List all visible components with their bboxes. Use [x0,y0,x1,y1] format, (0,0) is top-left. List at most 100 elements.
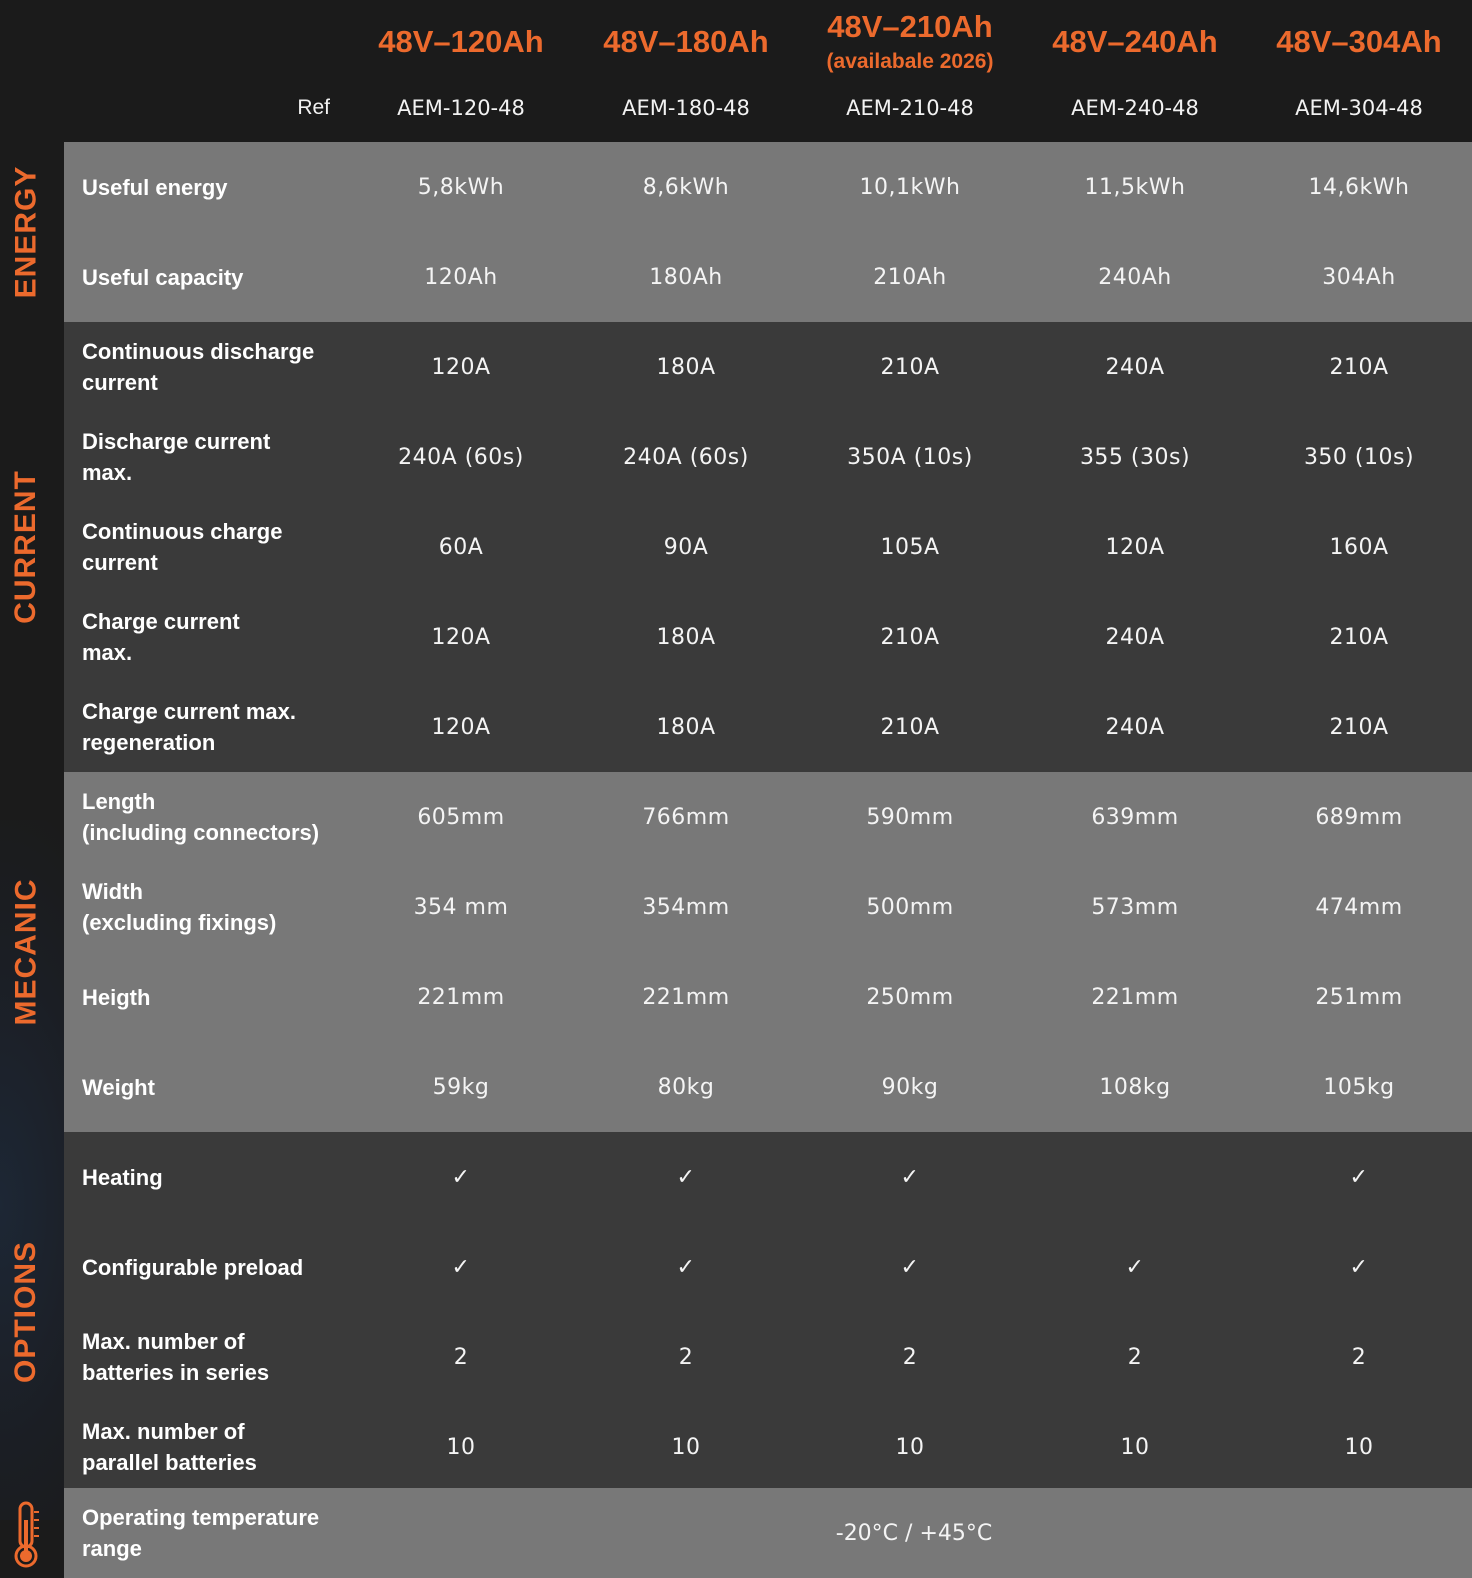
value-cell-304: 474mm [1315,894,1403,920]
row-label: Max. number of batteries in series [82,1329,270,1385]
value-cell-120: 5,8kWh [417,174,505,200]
value-cell-210: 350A (10s) [847,444,973,470]
value-cell-304: 304Ah [1322,264,1396,290]
table-row: Useful energy 5,8kWh 8,6kWh 10,1kWh 11,5kWh 1… [64,142,1472,232]
value-cell-210: 500mm [866,894,954,920]
value-cell-240: 221mm [1091,984,1179,1010]
ref-value-180: AEM-180-48 [622,96,750,120]
row-label: Configurable preload [82,1254,304,1280]
value-cell-210: 10,1kWh [859,174,961,200]
temperature-value: -20°C / +45°C [835,1520,993,1546]
model-title-240: 48V–240Ah [1052,24,1218,59]
value-cell-304: 14,6kWh [1308,174,1410,200]
row-label: Weight [82,1074,155,1100]
ref-value-210: AEM-210-48 [846,96,974,120]
value-cell-240: 120A [1105,534,1165,560]
section-mecanic: Length (including connectors) 605mm 766mm 5… [64,772,1472,1132]
value-cell-180: 80kg [657,1074,715,1100]
table-row: Max. number of batteries in series 2 2 2 2 2 [64,1312,1472,1402]
table-row: Configurable preload ✓ ✓ ✓ ✓ ✓ [64,1222,1472,1312]
value-cell-120: 354 mm [413,894,509,920]
value-cell-180: 90A [663,534,709,560]
value-cell-304: 350 (10s) [1303,444,1415,470]
category-label-mecanic: MECANIC [9,878,42,1026]
table-row: Length (including connectors) 605mm 766mm 5… [64,772,1472,862]
checkmark-icon: ✓ [900,1164,920,1190]
row-label: Max. number of parallel batteries [82,1419,257,1475]
row-label: Width (excluding fixings) [82,879,277,935]
checkmark-icon: ✓ [1349,1164,1369,1190]
value-cell-120: 120A [431,354,491,380]
category-label-current: CURRENT [9,470,43,624]
value-cell-180: 180A [656,714,716,740]
value-cell-210: 210A [880,714,940,740]
row-label: Length (including connectors) [82,789,320,845]
value-cell-120: 120A [431,624,491,650]
value-cell-240: 108kg [1099,1074,1171,1100]
checkmark-icon: ✓ [900,1254,920,1280]
value-cell-240: 573mm [1091,894,1179,920]
model-title-210: 48V–210Ah [827,9,993,44]
value-cell-180: 8,6kWh [642,174,730,200]
model-title-180: 48V–180Ah [603,24,769,59]
category-label-energy: ENERGY [9,165,43,299]
row-label: Discharge current max. [82,429,271,485]
temperature-row: Operating temperature range -20°C / +45°… [64,1488,1472,1578]
value-cell-180: 221mm [642,984,730,1010]
value-cell-180: 180Ah [649,264,723,290]
value-cell-240: 10 [1120,1434,1150,1460]
value-cell-240 [1022,1132,1248,1222]
value-cell-304: 210A [1329,714,1389,740]
row-label: Continuous charge current [82,519,283,575]
value-cell-240: 240A [1105,714,1165,740]
checkmark-icon: ✓ [1125,1254,1145,1280]
value-cell-180: 2 [678,1344,694,1370]
checkmark-icon: ✓ [1349,1254,1369,1280]
value-cell-240: 240A [1105,624,1165,650]
row-label: Heating [82,1164,163,1190]
value-cell-240: 240Ah [1098,264,1172,290]
value-cell-304: 160A [1329,534,1389,560]
value-cell-240: 355 (30s) [1079,444,1191,470]
value-cell-180: 240A (60s) [623,444,749,470]
table-row: Weight 59kg 80kg 90kg 108kg 105kg [64,1042,1472,1132]
value-cell-120: 120Ah [424,264,498,290]
value-cell-120: 59kg [432,1074,490,1100]
row-label: Useful energy [82,174,228,200]
model-title-304: 48V–304Ah [1276,24,1442,59]
value-cell-120: 221mm [417,984,505,1010]
value-cell-304: 210A [1329,354,1389,380]
value-cell-120: 60A [438,534,484,560]
value-cell-180: 10 [671,1434,701,1460]
value-cell-304: 689mm [1315,804,1403,830]
table-row: Discharge current max. 240A (60s) 240A (60… [64,412,1472,502]
thermometer-icon [14,1501,39,1568]
row-label: Useful capacity [82,264,244,290]
table-row: Continuous charge current 60A 90A 105A 120A 1… [64,502,1472,592]
value-cell-210: 210Ah [873,264,947,290]
table-row: Heigth 221mm 221mm 250mm 221mm 251mm [64,952,1472,1042]
value-cell-210: 2 [902,1344,918,1370]
value-cell-180: 180A [656,624,716,650]
model-title-120: 48V–120Ah [378,24,544,59]
ref-label: Ref [297,96,330,119]
value-cell-210: 105A [880,534,940,560]
value-cell-240: 240A [1105,354,1165,380]
value-cell-304: 2 [1351,1344,1367,1370]
value-cell-210: 90kg [881,1074,939,1100]
table-row: Max. number of parallel batteries 10 10 10 1… [64,1402,1472,1492]
checkmark-icon: ✓ [451,1164,471,1190]
section-energy: Useful energy 5,8kWh 8,6kWh 10,1kWh 11,5kWh 1… [64,142,1472,322]
row-label: Charge current max. regeneration [82,699,296,755]
value-cell-180: 354mm [642,894,730,920]
value-cell-210: 10 [895,1434,925,1460]
category-label-options: OPTIONS [9,1240,43,1384]
table-row: Width (excluding fixings) 354 mm 354mm 500m… [64,862,1472,952]
row-label: Heigth [82,984,151,1010]
value-cell-180: 180A [656,354,716,380]
row-label: Continuous discharge current [82,339,315,395]
value-cell-304: 10 [1344,1434,1374,1460]
value-cell-210: 210A [880,624,940,650]
ref-value-304: AEM-304-48 [1295,96,1423,120]
table-header: 48V–120Ah 48V–180Ah 48V–210Ah (availabal… [0,0,1472,142]
